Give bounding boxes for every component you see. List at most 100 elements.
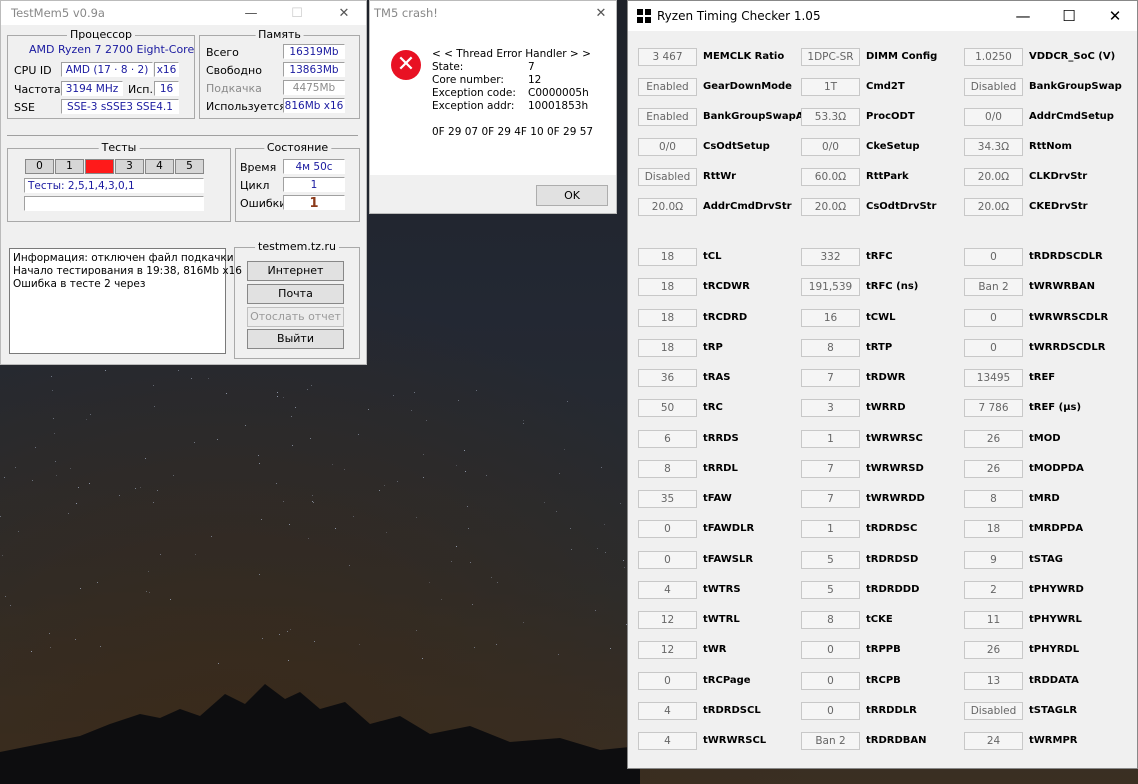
- timing-label: tREF: [1029, 372, 1056, 383]
- timing-value-tras: 36: [638, 369, 697, 387]
- internet-button[interactable]: Интернет: [247, 261, 344, 281]
- close-icon[interactable]: ✕: [1092, 1, 1138, 31]
- mountain-silhouette: [0, 684, 640, 784]
- star: [173, 475, 174, 476]
- star: [292, 445, 293, 446]
- maximize-icon[interactable]: ☐: [1046, 1, 1092, 31]
- timing-value-twrwrsd: 7: [801, 459, 860, 478]
- star: [0, 516, 1, 517]
- timing-value-twrrd: 3: [801, 399, 860, 418]
- star: [32, 480, 33, 481]
- timing-label: RttNom: [1029, 141, 1072, 152]
- timing-label: VDDCR_SoC (V): [1029, 51, 1116, 62]
- star: [170, 599, 171, 600]
- timing-value-memclk-ratio: 3 467: [638, 48, 697, 66]
- timing-value-dimm-config: 1DPC-SR: [801, 48, 860, 66]
- star: [314, 641, 315, 642]
- timing-value-trdrdscdlr: 0: [964, 248, 1023, 266]
- star: [335, 528, 336, 529]
- timing-value-twrwrsc: 1: [801, 429, 860, 448]
- star: [148, 571, 149, 572]
- timing-value-clkdrvstr: 20.0Ω: [964, 168, 1023, 186]
- star: [426, 420, 427, 421]
- ok-button[interactable]: OK: [536, 185, 608, 206]
- star: [5, 596, 6, 597]
- star: [441, 599, 442, 600]
- timing-value-trdrdban: Ban 2: [801, 732, 860, 750]
- star: [470, 562, 471, 563]
- tests-sequence-field: Тесты: 2,5,1,4,3,0,1: [24, 178, 204, 193]
- timing-label: tFAW: [703, 493, 732, 504]
- star: [620, 503, 621, 504]
- star: [359, 644, 360, 645]
- star: [605, 552, 606, 553]
- star: [458, 400, 459, 401]
- total-memory-field: 16319Mb: [283, 44, 345, 59]
- log-line: Ошибка в тесте 2 через: [13, 278, 146, 290]
- maximize-icon[interactable]: ☐: [274, 1, 320, 25]
- star: [497, 582, 498, 583]
- timing-label: tWRWRSD: [866, 462, 924, 474]
- star: [279, 634, 280, 635]
- star: [89, 483, 90, 484]
- timing-label: tWRWRSCDLR: [1029, 311, 1109, 323]
- close-icon[interactable]: ✕: [586, 1, 616, 25]
- error-header: < < Thread Error Handler > >: [432, 48, 591, 60]
- timing-label: tCL: [703, 251, 722, 262]
- timing-label: tRCDRD: [703, 311, 748, 323]
- star: [90, 414, 91, 415]
- star: [429, 582, 430, 583]
- timing-value-tmrd: 8: [964, 490, 1023, 508]
- cpu-id-field: AMD (17 · 8 · 2): [61, 62, 153, 77]
- error-icon: ✕: [391, 50, 421, 80]
- in-use-label: Используется: [206, 100, 286, 113]
- cycle-field: 1: [283, 177, 345, 192]
- timing-value-tmrdpda: 18: [964, 520, 1023, 539]
- star: [55, 461, 56, 462]
- star: [496, 644, 497, 645]
- star: [54, 433, 55, 434]
- timing-value-procodt: 53.3Ω: [801, 108, 860, 126]
- time-field: 4м 50с: [283, 159, 345, 174]
- timing-value-addrcmdsetup: 0/0: [964, 108, 1023, 126]
- star: [153, 385, 154, 386]
- timing-label: ProcODT: [866, 111, 915, 122]
- error-detail-label: State:: [432, 61, 464, 73]
- timing-label: tSTAG: [1029, 553, 1063, 565]
- star: [368, 409, 369, 410]
- close-icon[interactable]: ✕: [321, 1, 367, 25]
- error-detail-value: 12: [528, 74, 542, 86]
- rtc-titlebar: Ryzen Timing Checker 1.05 — ☐ ✕: [628, 1, 1137, 31]
- star: [307, 389, 308, 390]
- timing-label: tRPPB: [866, 644, 901, 656]
- timing-value-csodtdrvstr: 20.0Ω: [801, 198, 860, 216]
- star: [287, 631, 288, 632]
- minimize-icon[interactable]: —: [1000, 1, 1046, 31]
- star: [423, 477, 424, 478]
- star: [277, 396, 278, 397]
- timing-label: tRC: [703, 402, 723, 414]
- timing-value-tstaglr: Disabled: [964, 701, 1023, 720]
- star: [226, 393, 227, 394]
- timing-label: tRDDATA: [1029, 674, 1079, 686]
- star: [258, 455, 259, 456]
- window-title: Ryzen Timing Checker 1.05: [657, 9, 821, 23]
- timing-label: MEMCLK Ratio: [703, 51, 785, 62]
- timing-value-tref-s-: 7 786: [964, 399, 1023, 418]
- star: [154, 406, 155, 407]
- app-icon: [637, 9, 651, 23]
- timing-label: tWTRS: [703, 583, 741, 595]
- exit-button[interactable]: Выйти: [247, 329, 344, 349]
- errors-field: 1: [283, 195, 345, 210]
- send-report-button[interactable]: Отослать отчет: [247, 307, 344, 327]
- testmem5-titlebar: TestMem5 v0.9a — ☐ ✕: [1, 1, 366, 25]
- free-memory-label: Свободно: [206, 64, 262, 77]
- mail-button[interactable]: Почта: [247, 284, 344, 304]
- star: [18, 531, 19, 532]
- star: [623, 560, 624, 561]
- timing-label: Cmd2T: [866, 81, 905, 92]
- time-label: Время: [240, 161, 277, 174]
- log-textbox[interactable]: Информация: отключен файл подкачки Начал…: [9, 248, 242, 354]
- star: [559, 473, 560, 474]
- minimize-icon[interactable]: —: [228, 1, 274, 25]
